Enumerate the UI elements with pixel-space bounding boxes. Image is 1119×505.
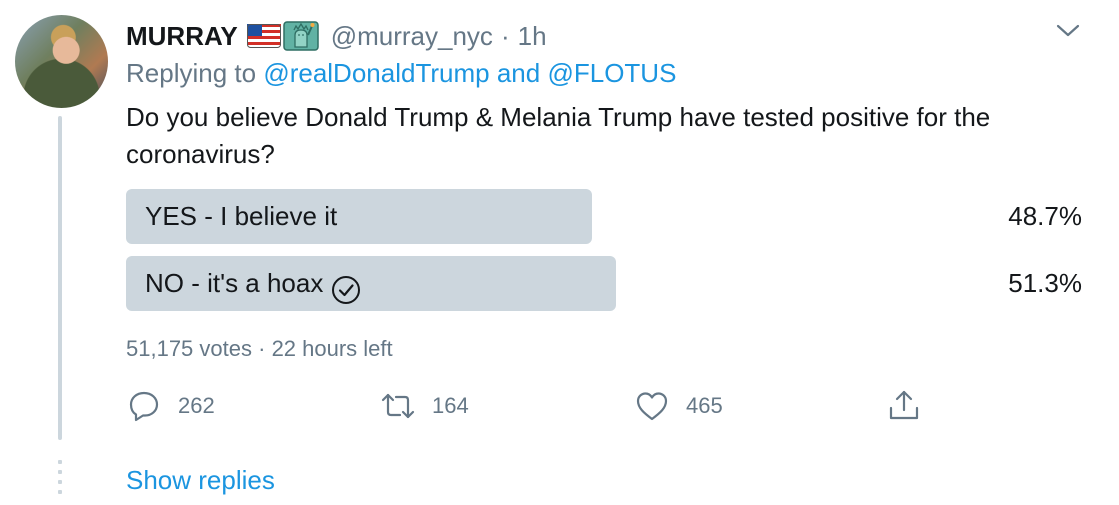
author-handle[interactable]: @murray_nyc (331, 21, 493, 52)
poll-option-label: NO - it's a hoax (145, 256, 361, 311)
share-button[interactable] (886, 388, 922, 424)
retweet-button[interactable]: 164 (380, 388, 469, 424)
replying-and: and (496, 58, 541, 88)
retweet-icon (380, 388, 416, 424)
poll-option-label-text: NO - it's a hoax (145, 268, 324, 298)
mention-link-realdonaldtrump[interactable]: @realDonaldTrump (263, 58, 489, 88)
tweet-text: Do you believe Donald Trump & Melania Tr… (126, 102, 991, 169)
thread-line (58, 116, 62, 440)
statue-of-liberty-icon (282, 21, 319, 51)
poll-time-left: 22 hours left (271, 336, 393, 361)
poll-option-label: YES - I believe it (145, 189, 337, 244)
like-button[interactable]: 465 (634, 388, 723, 424)
avatar[interactable] (15, 15, 108, 108)
reply-button[interactable]: 262 (126, 388, 215, 424)
header-separator: · (500, 20, 510, 51)
poll-option-yes: YES - I believe it 48.7% (126, 189, 1082, 244)
poll-meta-separator: · (258, 336, 266, 361)
like-icon (634, 388, 670, 424)
chevron-down-icon[interactable] (1054, 20, 1082, 40)
replying-prefix: Replying to (126, 58, 257, 88)
poll-option-label-text: YES - I believe it (145, 201, 338, 231)
poll-meta: 51,175 votes · 22 hours left (126, 336, 393, 362)
tweet-time[interactable]: 1h (518, 21, 547, 52)
poll-option-percent: 48.7% (1008, 201, 1082, 231)
thread-continuation-dots (58, 460, 62, 496)
author-name[interactable]: MURRAY (126, 21, 238, 52)
tweet-header: MURRAY @murray_nyc · 1h (126, 18, 547, 54)
reply-icon (126, 388, 162, 424)
retweet-count: 164 (432, 393, 469, 418)
check-circle-icon (331, 269, 361, 304)
poll-votes: 51,175 votes (126, 336, 252, 361)
share-icon (886, 388, 922, 424)
reply-count: 262 (178, 393, 215, 418)
show-replies-link[interactable]: Show replies (126, 465, 275, 496)
replying-to: Replying to @realDonaldTrump and @FLOTUS (126, 58, 676, 89)
like-count: 465 (686, 393, 723, 418)
us-flag-icon (246, 24, 281, 48)
mention-link-flotus[interactable]: @FLOTUS (547, 58, 676, 88)
poll-option-percent: 51.3% (1008, 268, 1082, 298)
poll-option-no: NO - it's a hoax 51.3% (126, 256, 1082, 311)
